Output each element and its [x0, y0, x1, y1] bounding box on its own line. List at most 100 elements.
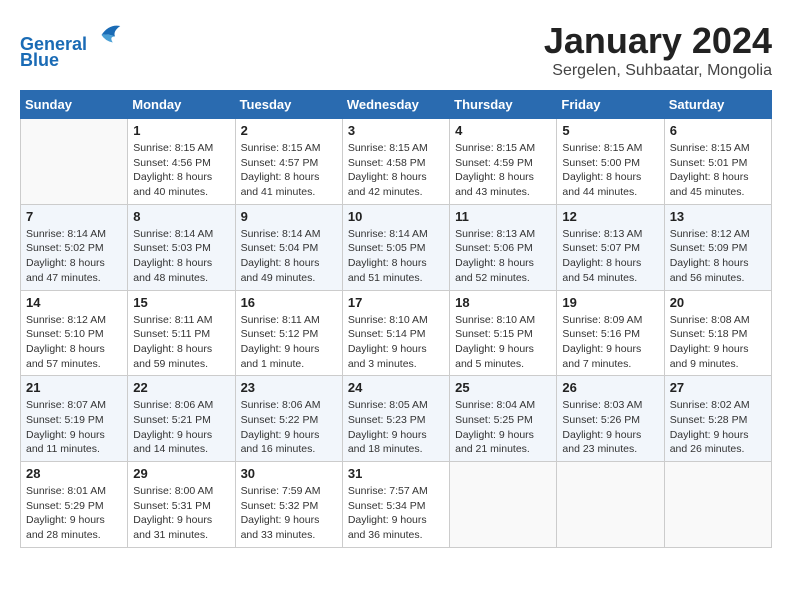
- day-info: Sunrise: 8:09 AMSunset: 5:16 PMDaylight:…: [562, 313, 658, 372]
- day-number: 5: [562, 123, 658, 138]
- calendar-day-cell: 27 Sunrise: 8:02 AMSunset: 5:28 PMDayligh…: [664, 376, 771, 462]
- calendar-day-cell: 14 Sunrise: 8:12 AMSunset: 5:10 PMDayligh…: [21, 290, 128, 376]
- day-of-week-header: Thursday: [450, 91, 557, 119]
- day-info: Sunrise: 8:15 AMSunset: 4:59 PMDaylight:…: [455, 141, 551, 200]
- calendar-day-cell: 20 Sunrise: 8:08 AMSunset: 5:18 PMDayligh…: [664, 290, 771, 376]
- day-info: Sunrise: 8:01 AMSunset: 5:29 PMDaylight:…: [26, 484, 122, 543]
- day-info: Sunrise: 7:57 AMSunset: 5:34 PMDaylight:…: [348, 484, 444, 543]
- calendar-day-cell: [664, 462, 771, 548]
- day-number: 14: [26, 295, 122, 310]
- day-info: Sunrise: 8:06 AMSunset: 5:21 PMDaylight:…: [133, 398, 229, 457]
- day-number: 16: [241, 295, 337, 310]
- calendar-day-cell: 18Sunrise: 8:10 AMSunset: 5:15 PMDayligh…: [450, 290, 557, 376]
- day-info: Sunrise: 8:00 AMSunset: 5:31 PMDaylight:…: [133, 484, 229, 543]
- day-number: 18: [455, 295, 551, 310]
- calendar-day-cell: 17Sunrise: 8:10 AMSunset: 5:14 PMDayligh…: [342, 290, 449, 376]
- day-number: 13: [670, 209, 766, 224]
- main-title: January 2024: [544, 20, 772, 62]
- day-number: 1: [133, 123, 229, 138]
- calendar-day-cell: 15Sunrise: 8:11 AMSunset: 5:11 PMDayligh…: [128, 290, 235, 376]
- day-of-week-header: Friday: [557, 91, 664, 119]
- day-info: Sunrise: 8:15 AMSunset: 5:00 PMDaylight:…: [562, 141, 658, 200]
- day-number: 27: [670, 380, 766, 395]
- day-info: Sunrise: 8:02 AMSunset: 5:28 PMDaylight:…: [670, 398, 766, 457]
- calendar-day-cell: [450, 462, 557, 548]
- day-number: 4: [455, 123, 551, 138]
- calendar-week-row: 28Sunrise: 8:01 AMSunset: 5:29 PMDayligh…: [21, 462, 772, 548]
- day-of-week-header: Wednesday: [342, 91, 449, 119]
- day-number: 3: [348, 123, 444, 138]
- calendar-day-cell: 29 Sunrise: 8:00 AMSunset: 5:31 PMDayligh…: [128, 462, 235, 548]
- day-number: 7: [26, 209, 122, 224]
- day-info: Sunrise: 8:07 AMSunset: 5:19 PMDaylight:…: [26, 398, 122, 457]
- calendar-day-cell: 7 Sunrise: 8:14 AMSunset: 5:02 PMDaylight…: [21, 204, 128, 290]
- calendar-day-cell: 3 Sunrise: 8:15 AMSunset: 4:58 PMDaylight…: [342, 119, 449, 205]
- day-info: Sunrise: 8:15 AMSunset: 4:56 PMDaylight:…: [133, 141, 229, 200]
- day-number: 22: [133, 380, 229, 395]
- calendar-header-row: SundayMondayTuesdayWednesdayThursdayFrid…: [21, 91, 772, 119]
- calendar-day-cell: 16 Sunrise: 8:11 AMSunset: 5:12 PMDayligh…: [235, 290, 342, 376]
- calendar-day-cell: 8 Sunrise: 8:14 AMSunset: 5:03 PMDaylight…: [128, 204, 235, 290]
- day-info: Sunrise: 8:11 AMSunset: 5:12 PMDaylight:…: [241, 313, 337, 372]
- day-info: Sunrise: 8:04 AMSunset: 5:25 PMDaylight:…: [455, 398, 551, 457]
- title-block: January 2024 Sergelen, Suhbaatar, Mongol…: [544, 20, 772, 80]
- day-number: 12: [562, 209, 658, 224]
- logo-bird-icon: [94, 20, 124, 50]
- day-info: Sunrise: 8:05 AMSunset: 5:23 PMDaylight:…: [348, 398, 444, 457]
- day-of-week-header: Tuesday: [235, 91, 342, 119]
- day-number: 21: [26, 380, 122, 395]
- day-info: Sunrise: 8:15 AMSunset: 4:58 PMDaylight:…: [348, 141, 444, 200]
- day-info: Sunrise: 8:15 AMSunset: 4:57 PMDaylight:…: [241, 141, 337, 200]
- day-number: 24: [348, 380, 444, 395]
- calendar-day-cell: 22 Sunrise: 8:06 AMSunset: 5:21 PMDayligh…: [128, 376, 235, 462]
- day-info: Sunrise: 8:08 AMSunset: 5:18 PMDaylight:…: [670, 313, 766, 372]
- logo: General Blue: [20, 20, 124, 71]
- day-number: 26: [562, 380, 658, 395]
- calendar-day-cell: [21, 119, 128, 205]
- day-info: Sunrise: 8:03 AMSunset: 5:26 PMDaylight:…: [562, 398, 658, 457]
- day-number: 17: [348, 295, 444, 310]
- calendar-day-cell: 24 Sunrise: 8:05 AMSunset: 5:23 PMDayligh…: [342, 376, 449, 462]
- calendar-day-cell: 30 Sunrise: 7:59 AMSunset: 5:32 PMDayligh…: [235, 462, 342, 548]
- day-number: 2: [241, 123, 337, 138]
- day-of-week-header: Saturday: [664, 91, 771, 119]
- day-info: Sunrise: 8:06 AMSunset: 5:22 PMDaylight:…: [241, 398, 337, 457]
- calendar-day-cell: 4 Sunrise: 8:15 AMSunset: 4:59 PMDaylight…: [450, 119, 557, 205]
- day-number: 30: [241, 466, 337, 481]
- day-number: 23: [241, 380, 337, 395]
- day-number: 20: [670, 295, 766, 310]
- day-info: Sunrise: 8:14 AMSunset: 5:05 PMDaylight:…: [348, 227, 444, 286]
- calendar-day-cell: 12Sunrise: 8:13 AMSunset: 5:07 PMDayligh…: [557, 204, 664, 290]
- calendar-day-cell: 5 Sunrise: 8:15 AMSunset: 5:00 PMDaylight…: [557, 119, 664, 205]
- calendar-table: SundayMondayTuesdayWednesdayThursdayFrid…: [20, 90, 772, 548]
- day-number: 29: [133, 466, 229, 481]
- day-number: 31: [348, 466, 444, 481]
- day-info: Sunrise: 8:12 AMSunset: 5:10 PMDaylight:…: [26, 313, 122, 372]
- day-info: Sunrise: 8:12 AMSunset: 5:09 PMDaylight:…: [670, 227, 766, 286]
- day-info: Sunrise: 8:14 AMSunset: 5:02 PMDaylight:…: [26, 227, 122, 286]
- calendar-day-cell: 23 Sunrise: 8:06 AMSunset: 5:22 PMDayligh…: [235, 376, 342, 462]
- calendar-day-cell: 25 Sunrise: 8:04 AMSunset: 5:25 PMDayligh…: [450, 376, 557, 462]
- calendar-week-row: 14 Sunrise: 8:12 AMSunset: 5:10 PMDayligh…: [21, 290, 772, 376]
- day-info: Sunrise: 7:59 AMSunset: 5:32 PMDaylight:…: [241, 484, 337, 543]
- calendar-day-cell: 31 Sunrise: 7:57 AMSunset: 5:34 PMDayligh…: [342, 462, 449, 548]
- day-info: Sunrise: 8:13 AMSunset: 5:06 PMDaylight:…: [455, 227, 551, 286]
- calendar-week-row: 21 Sunrise: 8:07 AMSunset: 5:19 PMDayligh…: [21, 376, 772, 462]
- day-number: 10: [348, 209, 444, 224]
- day-info: Sunrise: 8:14 AMSunset: 5:04 PMDaylight:…: [241, 227, 337, 286]
- day-number: 6: [670, 123, 766, 138]
- day-number: 8: [133, 209, 229, 224]
- calendar-day-cell: 1 Sunrise: 8:15 AMSunset: 4:56 PMDaylight…: [128, 119, 235, 205]
- day-info: Sunrise: 8:14 AMSunset: 5:03 PMDaylight:…: [133, 227, 229, 286]
- calendar-week-row: 1 Sunrise: 8:15 AMSunset: 4:56 PMDaylight…: [21, 119, 772, 205]
- calendar-day-cell: 19 Sunrise: 8:09 AMSunset: 5:16 PMDayligh…: [557, 290, 664, 376]
- calendar-day-cell: 9Sunrise: 8:14 AMSunset: 5:04 PMDaylight…: [235, 204, 342, 290]
- day-number: 25: [455, 380, 551, 395]
- day-number: 19: [562, 295, 658, 310]
- calendar-day-cell: 13 Sunrise: 8:12 AMSunset: 5:09 PMDayligh…: [664, 204, 771, 290]
- calendar-day-cell: 2 Sunrise: 8:15 AMSunset: 4:57 PMDaylight…: [235, 119, 342, 205]
- day-number: 11: [455, 209, 551, 224]
- calendar-day-cell: 11 Sunrise: 8:13 AMSunset: 5:06 PMDayligh…: [450, 204, 557, 290]
- calendar-day-cell: 6Sunrise: 8:15 AMSunset: 5:01 PMDaylight…: [664, 119, 771, 205]
- calendar-day-cell: 21 Sunrise: 8:07 AMSunset: 5:19 PMDayligh…: [21, 376, 128, 462]
